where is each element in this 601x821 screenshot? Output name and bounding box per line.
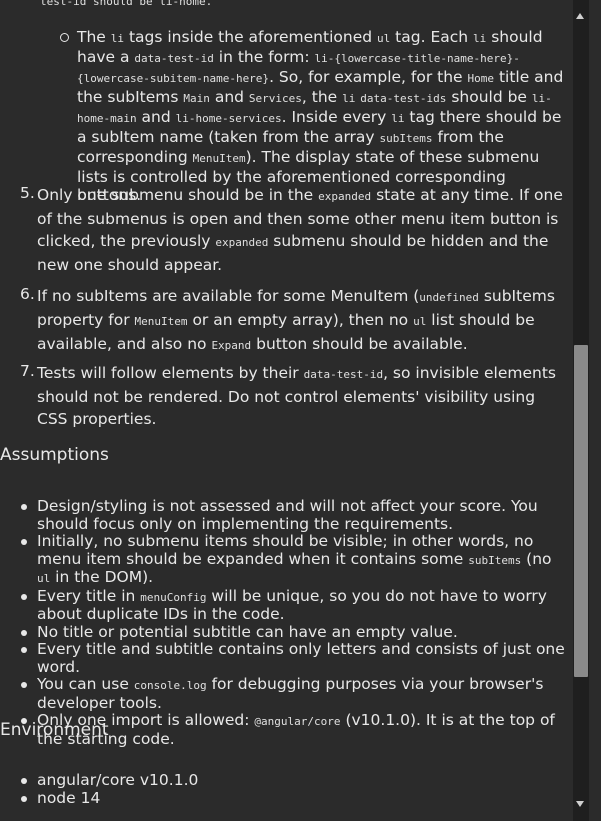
scrollbar-thumb[interactable]: [574, 345, 588, 677]
ordered-item-7: 7. Tests will follow elements by their d…: [20, 362, 568, 430]
list-item: Initially, no submenu items should be vi…: [0, 532, 568, 588]
nested-list: The li tags inside the aforementioned ul…: [55, 28, 571, 204]
environment-heading: Environment: [0, 720, 109, 740]
arrow-down-icon[interactable]: [576, 801, 584, 807]
environment-list: angular/core v10.1.0 node 14: [0, 771, 568, 808]
list-item: Design/styling is not assessed and will …: [0, 497, 568, 533]
list-item: The li tags inside the aforementioned ul…: [55, 28, 571, 204]
ordered-item-5: 5. Only one submenu should be in the exp…: [20, 184, 568, 276]
list-item: node 14: [0, 789, 568, 808]
list-item: No title or potential subtitle can have …: [0, 623, 568, 642]
list-item: angular/core v10.1.0: [0, 771, 568, 790]
document-content: test-id should be li-home. The li tags i…: [0, 0, 572, 821]
clipped-text: test-id should be li-home.: [40, 0, 213, 8]
assumptions-list: Design/styling is not assessed and will …: [0, 497, 568, 748]
ordered-item-text: Tests will follow elements by their data…: [37, 364, 557, 428]
assumptions-heading: Assumptions: [0, 445, 109, 465]
list-item: You can use console.log for debugging pu…: [0, 675, 568, 712]
window-edge: [589, 0, 601, 821]
list-item: Every title in menuConfig will be unique…: [0, 587, 568, 624]
arrow-up-icon[interactable]: [576, 13, 584, 19]
ordered-item-text: Only one submenu should be in the expand…: [37, 186, 563, 274]
ordered-item-text: If no subItems are available for some Me…: [37, 287, 555, 353]
ordered-item-6: 6. If no subItems are available for some…: [20, 285, 568, 357]
list-item: Every title and subtitle contains only l…: [0, 640, 568, 676]
